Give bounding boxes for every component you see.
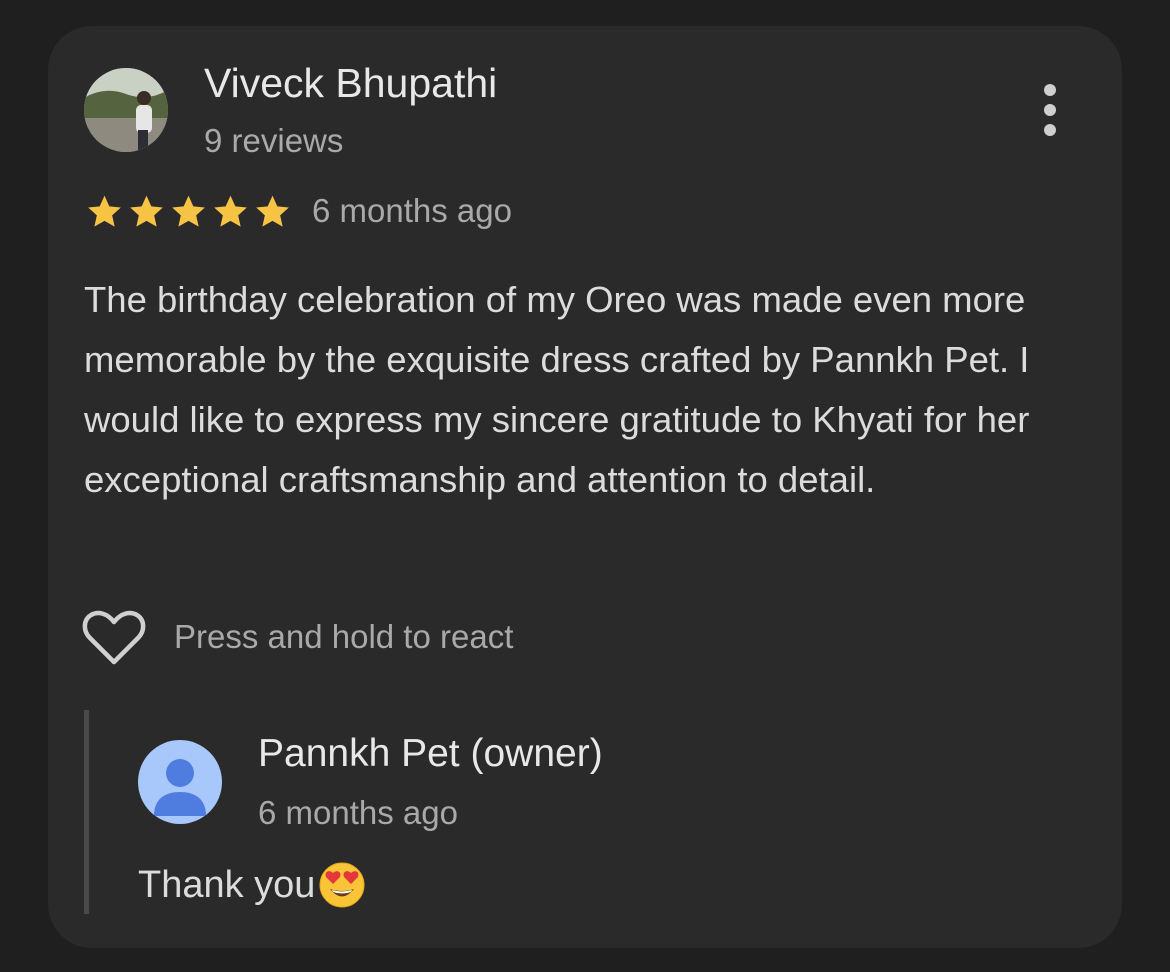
star-icon — [214, 195, 247, 227]
owner-name: Pannkh Pet (owner) — [258, 732, 603, 775]
owner-reply-text: Thank you — [138, 863, 316, 906]
reviewer-avatar[interactable] — [84, 68, 168, 152]
star-icon — [172, 195, 205, 227]
review-time: 6 months ago — [312, 192, 512, 229]
person-icon — [154, 759, 206, 816]
reviewer-name[interactable]: Viveck Bhupathi — [204, 60, 497, 107]
reviewer-review-count[interactable]: 9 reviews — [204, 122, 343, 160]
star-icon — [256, 195, 289, 227]
heart-eyes-emoji-icon — [319, 862, 365, 908]
more-options-icon[interactable] — [1034, 82, 1066, 138]
reply-divider — [84, 710, 89, 914]
review-text: The birthday celebration of my Oreo was … — [84, 279, 1030, 500]
react-hint[interactable]: Press and hold to react — [174, 618, 513, 656]
star-rating — [84, 192, 293, 232]
star-icon — [130, 195, 163, 227]
star-icon — [88, 195, 121, 227]
heart-outline-icon[interactable] — [82, 610, 146, 666]
owner-reply: Thank you — [138, 860, 367, 910]
review-card: Viveck Bhupathi 9 reviews 6 months ago T… — [48, 26, 1122, 948]
owner-avatar — [138, 740, 222, 824]
owner-reply-time: 6 months ago — [258, 794, 458, 831]
